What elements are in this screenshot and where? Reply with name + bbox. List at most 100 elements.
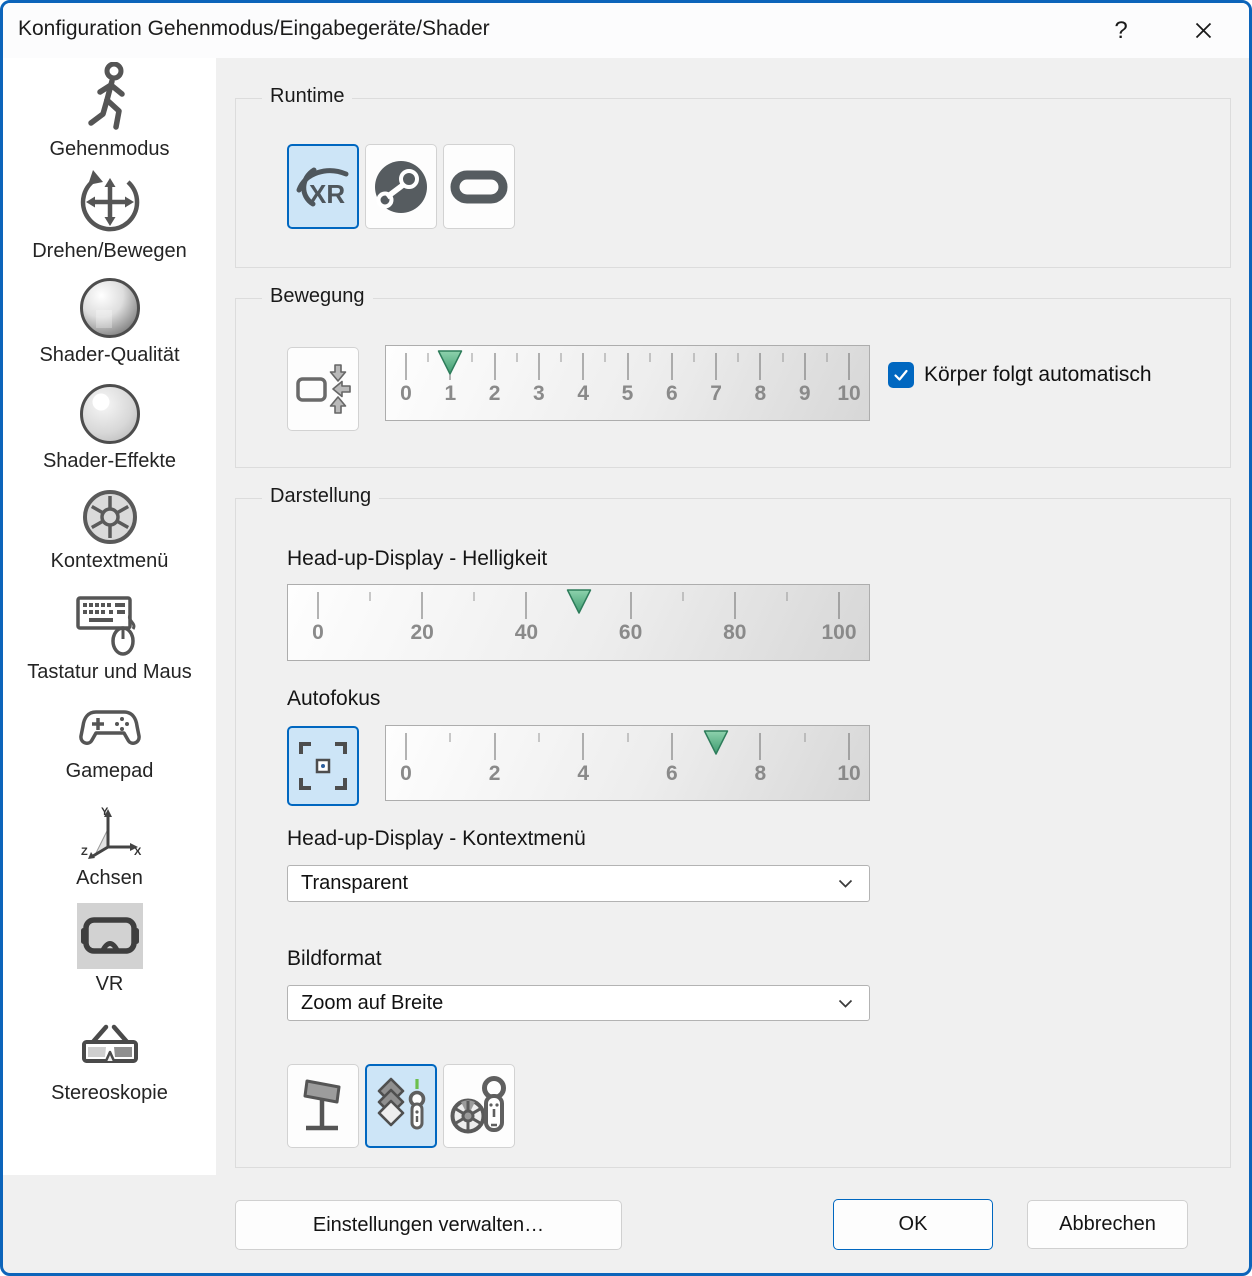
viewer-screen-stand-button[interactable] <box>287 1064 359 1148</box>
title-bar: Konfiguration Gehenmodus/Eingabegeräte/S… <box>3 3 1249 58</box>
tick <box>849 353 850 380</box>
tick-label: 4 <box>577 382 589 406</box>
tick <box>406 733 407 760</box>
tick <box>760 353 761 380</box>
kontextmenu-dropdown[interactable]: Transparent <box>287 865 870 902</box>
tick-label: 5 <box>622 382 634 406</box>
tick <box>516 353 517 362</box>
autofokus-toggle-button[interactable] <box>287 726 359 806</box>
sidebar-item-drehen-bewegen[interactable]: Drehen/Bewegen <box>3 168 216 263</box>
bildformat-dropdown[interactable]: Zoom auf Breite <box>287 985 870 1021</box>
sidebar-item-label: Stereoskopie <box>51 1082 168 1105</box>
sidebar-item-achsen[interactable]: Y X Z Achsen <box>3 803 216 890</box>
kontextmenu-dropdown-value: Transparent <box>301 872 838 895</box>
runtime-steamvr-button[interactable] <box>365 144 437 229</box>
runtime-openxr-button[interactable]: XR <box>287 144 359 229</box>
gamepad-icon <box>78 705 142 753</box>
tick <box>630 592 631 619</box>
wheel-controller-icon <box>448 1074 510 1138</box>
help-button[interactable]: ? <box>1093 3 1149 58</box>
sidebar-item-label: Gamepad <box>66 760 154 783</box>
sidebar-item-label: Drehen/Bewegen <box>32 240 187 263</box>
ok-button[interactable]: OK <box>833 1199 993 1250</box>
tick <box>734 592 735 619</box>
tick-label: 20 <box>411 621 434 645</box>
tick <box>804 733 805 742</box>
checkbox-checked-icon[interactable] <box>888 362 914 388</box>
tick <box>804 353 805 380</box>
tick-label: 0 <box>400 762 412 786</box>
bewegung-snap-button[interactable] <box>287 347 359 431</box>
3d-glasses-icon <box>78 1021 142 1077</box>
tick <box>472 353 473 362</box>
helligkeit-slider[interactable]: 020406080100 <box>287 584 870 661</box>
tick <box>406 353 407 380</box>
tick <box>760 733 761 760</box>
checkbox-label: Körper folgt automatisch <box>924 363 1152 387</box>
tick <box>682 592 683 601</box>
keyboard-mouse-icon <box>75 593 145 657</box>
tick <box>450 733 451 742</box>
tick-label: 7 <box>710 382 722 406</box>
group-runtime: Runtime XR <box>235 98 1231 268</box>
kontextmenu-label: Head-up-Display - Kontextmenü <box>287 827 586 851</box>
svg-text:Z: Z <box>81 846 88 858</box>
bewegung-slider[interactable]: 012345678910 <box>385 345 870 421</box>
svg-text:X: X <box>134 846 142 858</box>
cancel-button[interactable]: Abbrechen <box>1027 1200 1188 1249</box>
slider-marker-icon[interactable] <box>703 729 729 756</box>
viewer-wheel-controller-button[interactable] <box>443 1064 515 1148</box>
tick <box>526 592 527 619</box>
sidebar-item-vr[interactable]: VR <box>3 903 216 996</box>
koerper-folgt-checkbox[interactable]: Körper folgt automatisch <box>888 362 1152 388</box>
sidebar-item-tastatur-maus[interactable]: Tastatur und Maus <box>3 593 216 684</box>
tick-label: 4 <box>577 762 589 786</box>
tick <box>782 353 783 362</box>
sidebar-item-gamepad[interactable]: Gamepad <box>3 702 216 783</box>
tick-label: 8 <box>755 382 767 406</box>
sidebar-item-shader-qualitaet[interactable]: Shader-Qualität <box>3 276 216 367</box>
tick <box>422 592 423 619</box>
helligkeit-label: Head-up-Display - Helligkeit <box>287 547 547 571</box>
tick <box>627 353 628 380</box>
dialog-window: Konfiguration Gehenmodus/Eingabegeräte/S… <box>0 0 1252 1276</box>
group-darstellung-title: Darstellung <box>262 485 379 508</box>
close-button[interactable] <box>1175 3 1231 58</box>
autofokus-slider[interactable]: 0246810 <box>385 725 870 801</box>
runtime-oculus-button[interactable] <box>443 144 515 229</box>
chevron-down-icon <box>838 879 853 888</box>
layers-controller-icon <box>372 1074 430 1138</box>
rotate-move-icon <box>76 168 144 236</box>
manage-settings-label: Einstellungen verwalten… <box>313 1214 544 1237</box>
wheel-menu-icon <box>81 488 139 546</box>
tick <box>583 733 584 760</box>
screen-stand-icon <box>295 1075 351 1137</box>
tick <box>370 592 371 601</box>
ok-label: OK <box>899 1213 928 1236</box>
tick <box>826 353 827 362</box>
group-darstellung: Darstellung Head-up-Display - Helligkeit… <box>235 498 1231 1168</box>
autofokus-label: Autofokus <box>287 687 380 711</box>
chevron-down-icon <box>838 999 853 1008</box>
sidebar-item-label: VR <box>96 973 124 996</box>
sidebar-item-gehenmodus[interactable]: Gehenmodus <box>3 62 216 161</box>
sidebar-item-label: Achsen <box>76 867 143 890</box>
tick-label: 3 <box>533 382 545 406</box>
steamvr-icon <box>372 158 430 216</box>
viewer-layers-controller-button[interactable] <box>365 1064 437 1148</box>
tick <box>649 353 650 362</box>
sidebar: Gehenmodus Drehen/Bewegen <box>3 58 216 1175</box>
close-icon <box>1195 22 1212 39</box>
vr-headset-icon <box>79 913 141 959</box>
tick <box>561 353 562 362</box>
tick <box>494 353 495 380</box>
tick-label: 0 <box>312 621 324 645</box>
sidebar-item-shader-effekte[interactable]: Shader-Effekte <box>3 382 216 473</box>
tick-label: 2 <box>489 382 501 406</box>
manage-settings-button[interactable]: Einstellungen verwalten… <box>235 1200 622 1250</box>
sidebar-item-kontextmenu[interactable]: Kontextmenü <box>3 488 216 573</box>
slider-marker-icon[interactable] <box>437 349 463 376</box>
slider-marker-icon[interactable] <box>566 588 592 615</box>
sidebar-item-stereoskopie[interactable]: Stereoskopie <box>3 1020 216 1105</box>
tick <box>538 733 539 742</box>
